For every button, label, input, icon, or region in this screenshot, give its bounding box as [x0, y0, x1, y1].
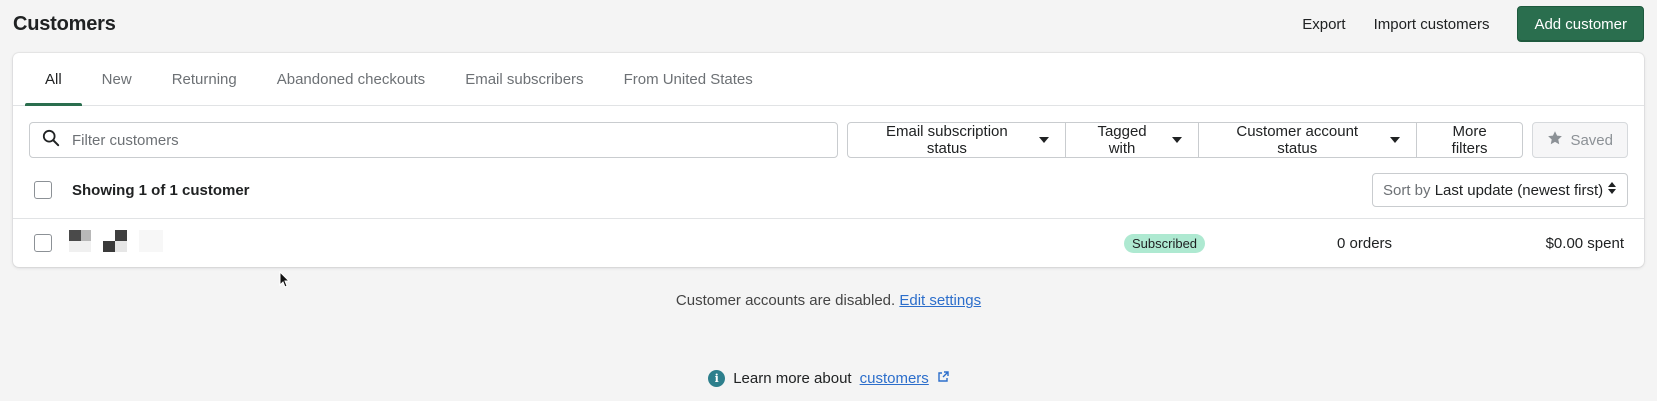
- learn-more: i Learn more about customers: [0, 370, 1657, 387]
- customer-name-redacted[interactable]: [69, 230, 165, 252]
- edit-settings-link[interactable]: Edit settings: [899, 292, 981, 309]
- filter-row: Email subscription status Tagged with Cu…: [29, 122, 1628, 158]
- caret-down-icon: [1171, 137, 1182, 143]
- mouse-cursor-icon: [279, 270, 291, 293]
- tab-bar: All New Returning Abandoned checkouts Em…: [13, 53, 1644, 106]
- learn-more-text: Learn more about: [733, 370, 852, 387]
- info-icon: i: [708, 370, 726, 387]
- import-customers-button[interactable]: Import customers: [1360, 16, 1504, 33]
- sort-select[interactable]: Sort by Last update (newest first): [1372, 173, 1628, 207]
- row-checkbox[interactable]: [34, 234, 52, 252]
- caret-down-icon: [1389, 137, 1400, 143]
- tab-email-subscribers[interactable]: Email subscribers: [445, 53, 603, 105]
- select-all-checkbox[interactable]: [34, 181, 52, 199]
- tab-all[interactable]: All: [25, 53, 82, 106]
- tab-returning[interactable]: Returning: [152, 53, 257, 105]
- page-title: Customers: [13, 12, 116, 35]
- tagged-with-filter[interactable]: Tagged with: [1065, 122, 1199, 158]
- more-filters-button[interactable]: More filters: [1415, 122, 1524, 158]
- sort-prefix: Sort by: [1383, 181, 1431, 199]
- customer-account-status-filter[interactable]: Customer account status: [1197, 122, 1417, 158]
- saved-label: Saved: [1570, 131, 1613, 149]
- showing-count: Showing 1 of 1 customer: [72, 181, 250, 199]
- accounts-disabled-note: Customer accounts are disabled. Edit set…: [0, 292, 1657, 309]
- search-input[interactable]: [72, 131, 812, 149]
- header-actions: Export Import customers Add customer: [1288, 6, 1644, 42]
- add-customer-button[interactable]: Add customer: [1517, 6, 1644, 42]
- amount-spent: $0.00 spent: [1545, 234, 1624, 252]
- saved-button[interactable]: Saved: [1532, 122, 1628, 158]
- tagged-with-label: Tagged with: [1097, 123, 1147, 157]
- table-row[interactable]: Subscribed 0 orders $0.00 spent: [13, 218, 1644, 267]
- email-subscription-status-label: Email subscription status: [886, 123, 1008, 157]
- sort-value: Last update (newest first): [1434, 181, 1604, 199]
- customers-help-link[interactable]: customers: [860, 370, 929, 387]
- tab-abandoned-checkouts[interactable]: Abandoned checkouts: [257, 53, 445, 105]
- search-field[interactable]: [29, 122, 839, 158]
- email-subscription-status-filter[interactable]: Email subscription status: [847, 122, 1067, 158]
- tab-from-united-states[interactable]: From United States: [604, 53, 773, 105]
- list-header: Showing 1 of 1 customer Sort by Last upd…: [13, 172, 1644, 208]
- status-badge: Subscribed: [1124, 233, 1206, 253]
- search-icon: [42, 129, 60, 151]
- customer-account-status-label: Customer account status: [1236, 123, 1359, 157]
- star-icon: [1547, 130, 1563, 150]
- accounts-disabled-text: Customer accounts are disabled.: [675, 292, 896, 309]
- page-header: Customers Export Import customers Add cu…: [13, 0, 1644, 48]
- export-button[interactable]: Export: [1288, 16, 1359, 33]
- filter-button-group: Email subscription status Tagged with Cu…: [847, 122, 1524, 158]
- external-link-icon: [937, 370, 949, 387]
- sort-arrows-icon: [1607, 181, 1617, 199]
- caret-down-icon: [1039, 137, 1050, 143]
- orders-count: 0 orders: [1337, 234, 1393, 252]
- customers-card: All New Returning Abandoned checkouts Em…: [13, 53, 1644, 267]
- tab-new[interactable]: New: [82, 53, 152, 105]
